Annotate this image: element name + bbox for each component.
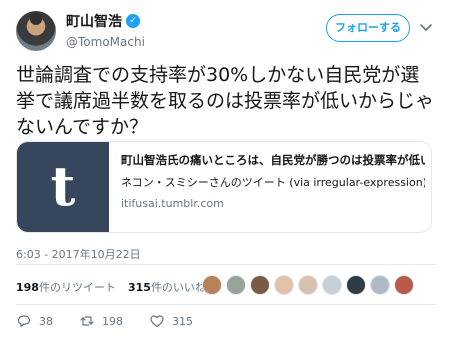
like-stat-count: 315 <box>127 281 151 294</box>
reply-action[interactable]: 38 <box>16 313 53 329</box>
liker-avatar[interactable] <box>370 275 390 295</box>
tweet-header: 町山智浩 ✓ @TomoMachi フォローする <box>14 8 436 58</box>
verified-badge-icon: ✓ <box>126 14 140 28</box>
like-stat-label: 件のいいね <box>150 281 206 294</box>
heart-icon <box>150 315 164 328</box>
liker-avatar[interactable] <box>322 275 342 295</box>
tumblr-icon: t <box>50 154 76 218</box>
liker-avatar[interactable] <box>274 275 294 295</box>
tweet-text: 世論調査での支持率が30%しかない自民党が選挙で議席過半数を取るのは投票率が低い… <box>16 64 435 138</box>
chevron-down-icon[interactable] <box>418 19 434 35</box>
tweet-actions: 38 198 315 <box>16 312 436 330</box>
like-action[interactable]: 315 <box>149 313 193 329</box>
author-block[interactable]: 町山智浩 ✓ @TomoMachi <box>66 11 145 49</box>
tumblr-logo-thumbnail[interactable]: t <box>17 142 109 232</box>
retweet-stat-count: 198 <box>16 281 39 294</box>
reply-count: 38 <box>39 314 53 328</box>
liker-avatars <box>202 275 414 295</box>
liker-avatar[interactable] <box>202 275 222 295</box>
liker-avatar[interactable] <box>226 275 246 295</box>
retweet-icon <box>80 316 94 326</box>
link-card[interactable]: t 町山智浩氏の痛いところは、自民党が勝つのは投票率が低いか… ネコン・スミシー… <box>16 141 432 233</box>
retweet-count: 198 <box>102 314 123 328</box>
follow-button[interactable]: フォローする <box>326 14 410 42</box>
like-count: 315 <box>172 314 193 328</box>
tweet-timestamp[interactable]: 6:03 - 2017年10月22日 <box>16 246 141 262</box>
like-stat[interactable]: 315件のいいね <box>128 279 206 295</box>
card-title[interactable]: 町山智浩氏の痛いところは、自民党が勝つのは投票率が低いか… <box>121 152 425 168</box>
reply-icon <box>17 315 31 328</box>
divider <box>16 304 436 305</box>
card-body[interactable]: 町山智浩氏の痛いところは、自民党が勝つのは投票率が低いか… ネコン・スミシーさん… <box>121 152 425 210</box>
liker-avatar[interactable] <box>394 275 414 295</box>
liker-avatar[interactable] <box>346 275 366 295</box>
liker-avatar[interactable] <box>250 275 270 295</box>
card-domain: itifusai.tumblr.com <box>121 197 224 210</box>
author-display-name[interactable]: 町山智浩 <box>66 11 122 31</box>
divider <box>16 264 436 265</box>
author-handle[interactable]: @TomoMachi <box>66 35 145 49</box>
card-description: ネコン・スミシーさんのツイート (via irregular-expressio… <box>121 176 425 189</box>
retweet-stat[interactable]: 198件のリツイート <box>16 279 116 295</box>
author-name-row[interactable]: 町山智浩 ✓ <box>66 11 145 31</box>
liker-avatar[interactable] <box>298 275 318 295</box>
engagement-stats: 198件のリツイート 315件のいいね <box>16 272 436 302</box>
avatar[interactable] <box>16 11 56 51</box>
retweet-action[interactable]: 198 <box>79 313 123 329</box>
retweet-stat-label: 件のリツイート <box>38 281 116 294</box>
